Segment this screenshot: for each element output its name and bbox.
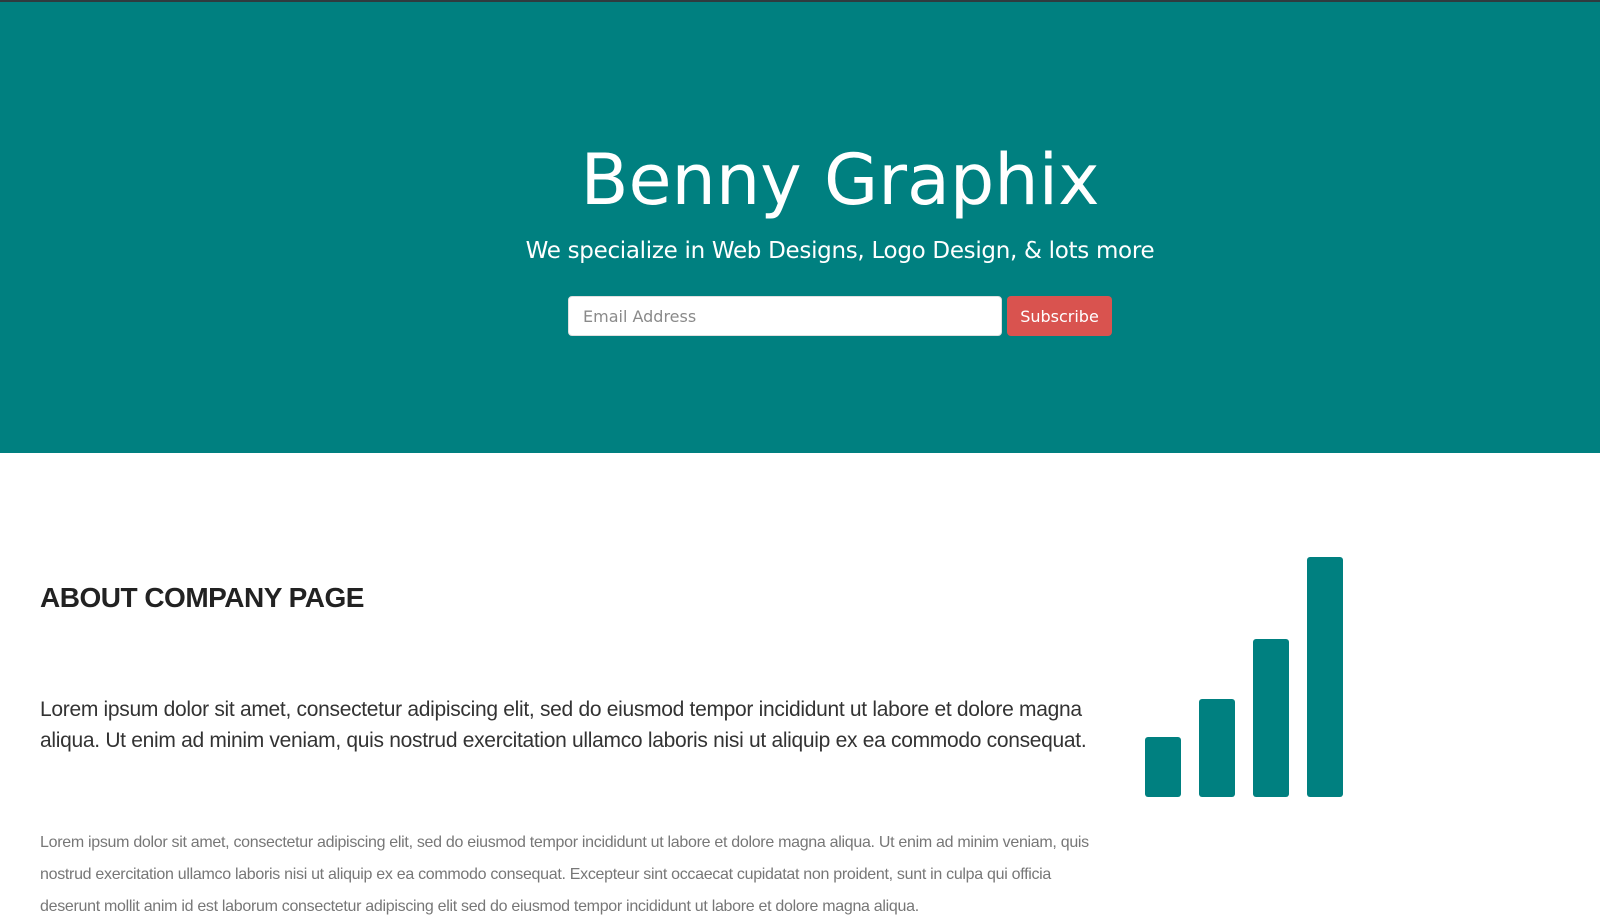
signal-bar bbox=[1199, 699, 1235, 797]
subscribe-button[interactable]: Subscribe bbox=[1007, 296, 1112, 336]
signal-bar bbox=[1253, 639, 1289, 797]
site-tagline: We specialize in Web Designs, Logo Desig… bbox=[525, 238, 1155, 264]
about-heading: ABOUT COMPANY PAGE bbox=[40, 582, 364, 613]
signal-bars-icon bbox=[1145, 557, 1345, 797]
signal-bar bbox=[1145, 737, 1181, 797]
email-input[interactable] bbox=[568, 296, 1002, 336]
site-title: Benny Graphix bbox=[580, 139, 1100, 221]
subscribe-form: Subscribe bbox=[568, 296, 1112, 336]
hero-banner: Benny Graphix We specialize in Web Desig… bbox=[0, 2, 1600, 453]
about-lead-paragraph: Lorem ipsum dolor sit amet, consectetur … bbox=[40, 698, 1087, 752]
about-body-paragraph: Lorem ipsum dolor sit amet, consectetur … bbox=[40, 834, 1089, 915]
signal-bar bbox=[1307, 557, 1343, 797]
